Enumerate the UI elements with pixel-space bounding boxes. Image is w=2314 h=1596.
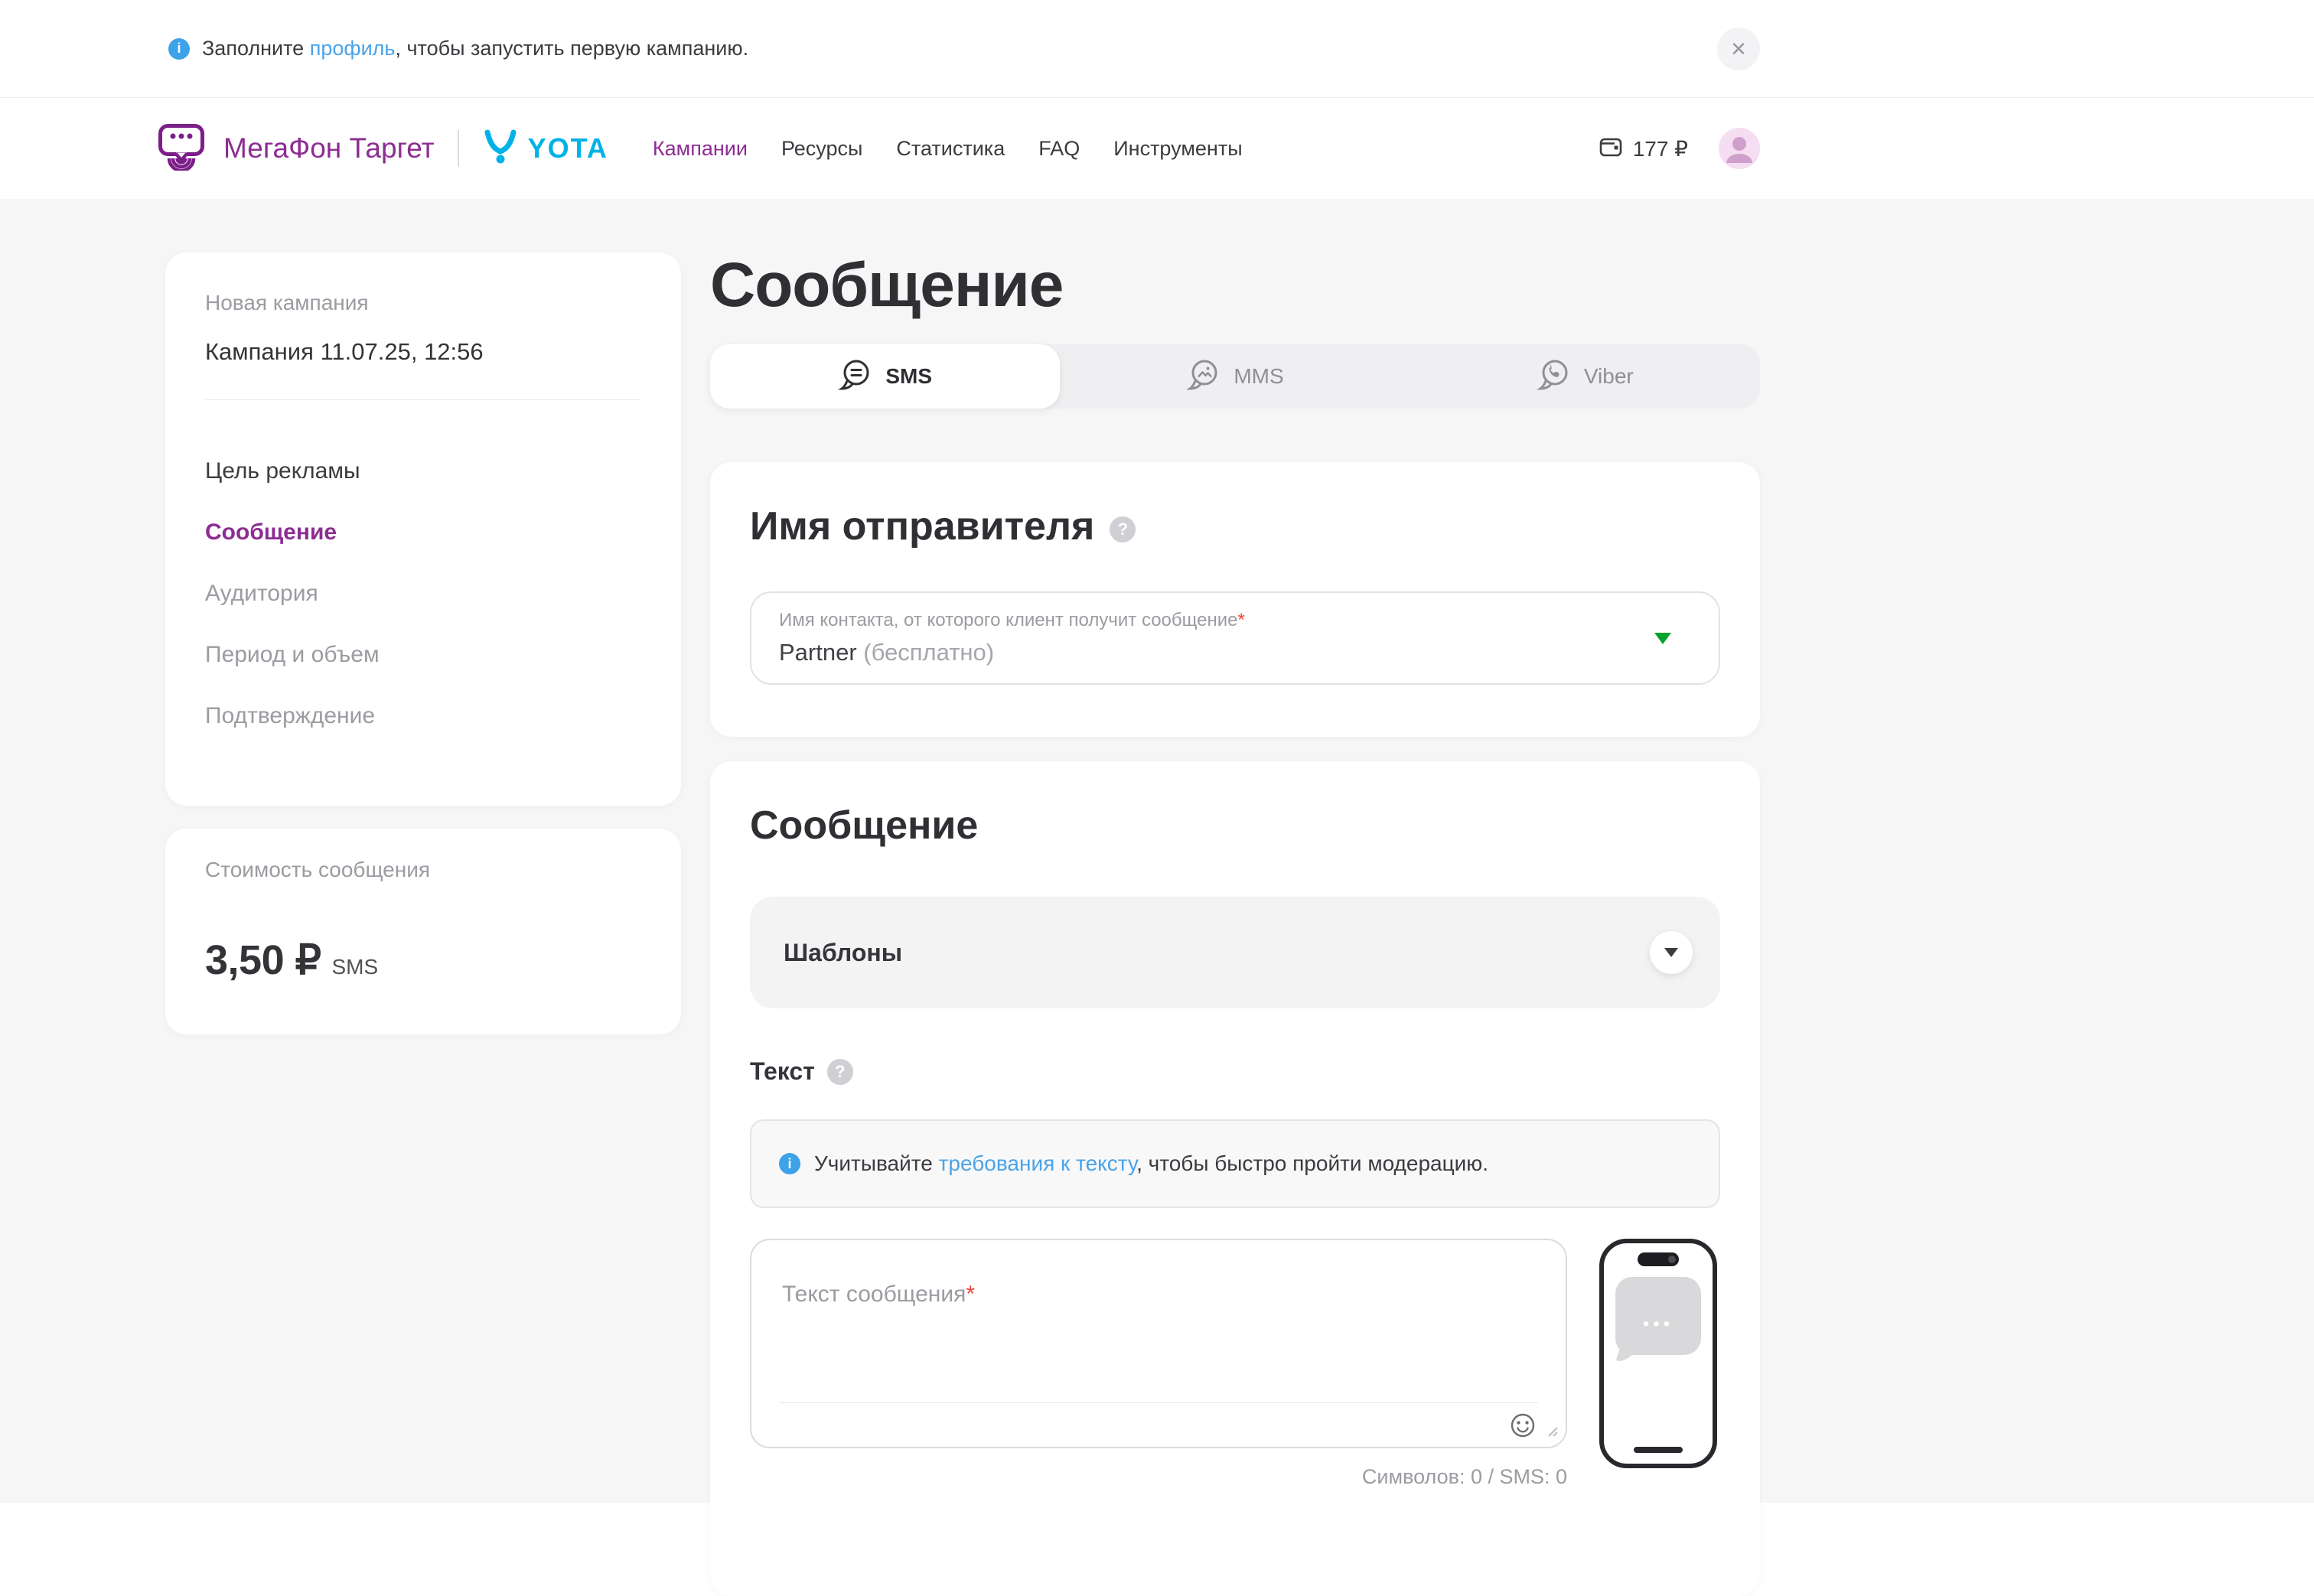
emoji-picker-button[interactable] [1509, 1412, 1537, 1439]
message-textarea[interactable] [751, 1240, 1566, 1401]
step-message[interactable]: Сообщение [205, 520, 641, 546]
required-asterisk: * [1237, 610, 1244, 630]
message-title: Сообщение [750, 804, 1720, 848]
cost-label: Стоимость сообщения [205, 858, 641, 882]
banner-close-button[interactable]: ✕ [1717, 28, 1760, 70]
step-confirmation: Подтверждение [205, 703, 641, 729]
sender-select[interactable]: Имя контакта, от которого клиент получит… [750, 591, 1720, 685]
mms-bubble-icon [1186, 357, 1221, 397]
yota-wordmark: YOTA [528, 132, 608, 164]
text-label: Текст [750, 1057, 815, 1086]
logo-divider [458, 130, 459, 167]
yota-logo[interactable]: YOTA [482, 129, 608, 169]
header-right: 177 ₽ [1599, 128, 1760, 169]
page-title: Сообщение [710, 254, 1760, 317]
moderation-hint: i Учитывайте требования к тексту, чтобы … [750, 1119, 1720, 1208]
phone-notch [1638, 1252, 1679, 1266]
select-dropdown-arrow-icon [1654, 633, 1671, 644]
sidebar-divider [205, 399, 641, 400]
header: МегаФон Таргет YOTA Кампании Ресурсы Ста… [0, 98, 2314, 199]
templates-expand-button[interactable] [1650, 931, 1693, 974]
tab-sms-label: SMS [885, 364, 932, 389]
tab-viber-label: Viber [1584, 364, 1634, 389]
steps-list: Цель рекламы Сообщение Аудитория Период … [205, 458, 641, 729]
text-help-icon[interactable]: ? [827, 1059, 853, 1085]
chevron-down-icon [1664, 948, 1678, 957]
tab-sms[interactable]: SMS [710, 344, 1060, 409]
content-area: Новая кампания Кампания 11.07.25, 12:56 … [0, 199, 2314, 1503]
main-nav: Кампании Ресурсы Статистика FAQ Инструме… [653, 137, 1243, 161]
phone-message-bubble: ••• [1615, 1277, 1701, 1355]
message-card: Сообщение Шаблоны Текст ? i Учитывайте т… [710, 761, 1760, 1596]
resize-handle[interactable] [1546, 1425, 1558, 1441]
profile-banner: i Заполните профиль, чтобы запустить пер… [0, 0, 2314, 98]
campaign-type-label: Новая кампания [205, 291, 641, 315]
sms-bubble-icon [838, 357, 873, 397]
avatar[interactable] [1719, 128, 1760, 169]
sender-select-value: Partner (бесплатно) [779, 639, 1691, 666]
close-icon: ✕ [1730, 39, 1747, 59]
page: i Заполните профиль, чтобы запустить пер… [0, 0, 2314, 1503]
banner-text: Заполните профиль, чтобы запустить перву… [202, 37, 748, 60]
wallet-icon[interactable] [1599, 135, 1622, 162]
cost-row: 3,50 ₽ SMS [205, 936, 641, 984]
nav-resources[interactable]: Ресурсы [781, 137, 862, 161]
profile-link[interactable]: профиль [310, 37, 396, 60]
balance-amount[interactable]: 177 ₽ [1633, 136, 1688, 161]
text-label-row: Текст ? [750, 1057, 1720, 1086]
info-icon: i [168, 38, 190, 60]
main-panel: Сообщение SMS [710, 254, 1760, 1596]
campaign-steps-card: Новая кампания Кампания 11.07.25, 12:56 … [165, 252, 681, 806]
channel-tabs: SMS MMS [710, 344, 1760, 409]
hint-text: Учитывайте требования к тексту, чтобы бы… [814, 1151, 1488, 1176]
yota-logo-icon [482, 129, 519, 169]
tab-mms-label: MMS [1234, 364, 1283, 389]
tab-mms[interactable]: MMS [1060, 344, 1410, 409]
char-counter: Символов: 0 / SMS: 0 [750, 1465, 1567, 1489]
sender-select-note: (бесплатно) [863, 639, 994, 666]
sidebar: Новая кампания Кампания 11.07.25, 12:56 … [165, 252, 681, 1034]
sender-title: Имя отправителя ? [750, 505, 1720, 549]
phone-preview: ••• [1599, 1239, 1717, 1468]
compose-area: Текст сообщения* [750, 1239, 1720, 1448]
tab-viber[interactable]: Viber [1410, 344, 1760, 409]
megafon-target-logo[interactable]: МегаФон Таргет [158, 123, 435, 174]
nav-statistics[interactable]: Статистика [896, 137, 1005, 161]
sender-select-label: Имя контакта, от которого клиент получит… [779, 610, 1691, 631]
typing-dots: ••• [1615, 1314, 1701, 1335]
megafon-target-wordmark: МегаФон Таргет [223, 132, 435, 164]
text-requirements-link[interactable]: требования к тексту [939, 1151, 1136, 1175]
viber-bubble-icon [1537, 357, 1572, 397]
textarea-divider [779, 1402, 1538, 1403]
sender-card: Имя отправителя ? Имя контакта, от котор… [710, 462, 1760, 737]
cost-unit: SMS [331, 955, 378, 979]
nav-campaigns[interactable]: Кампании [653, 137, 748, 161]
hint-info-icon: i [779, 1153, 800, 1174]
step-goal[interactable]: Цель рекламы [205, 458, 641, 484]
templates-label: Шаблоны [784, 939, 902, 967]
cost-price: 3,50 ₽ [205, 936, 321, 984]
campaign-name: Кампания 11.07.25, 12:56 [205, 338, 641, 366]
step-audience: Аудитория [205, 581, 641, 607]
nav-tools[interactable]: Инструменты [1113, 137, 1242, 161]
templates-dropdown[interactable]: Шаблоны [750, 897, 1720, 1008]
nav-faq[interactable]: FAQ [1038, 137, 1080, 161]
cost-card: Стоимость сообщения 3,50 ₽ SMS [165, 829, 681, 1034]
step-period: Период и объем [205, 642, 641, 668]
megafon-logo-icon [158, 123, 205, 174]
phone-home-indicator [1634, 1447, 1683, 1453]
sender-help-icon[interactable]: ? [1110, 516, 1136, 542]
message-textarea-wrap: Текст сообщения* [750, 1239, 1567, 1448]
